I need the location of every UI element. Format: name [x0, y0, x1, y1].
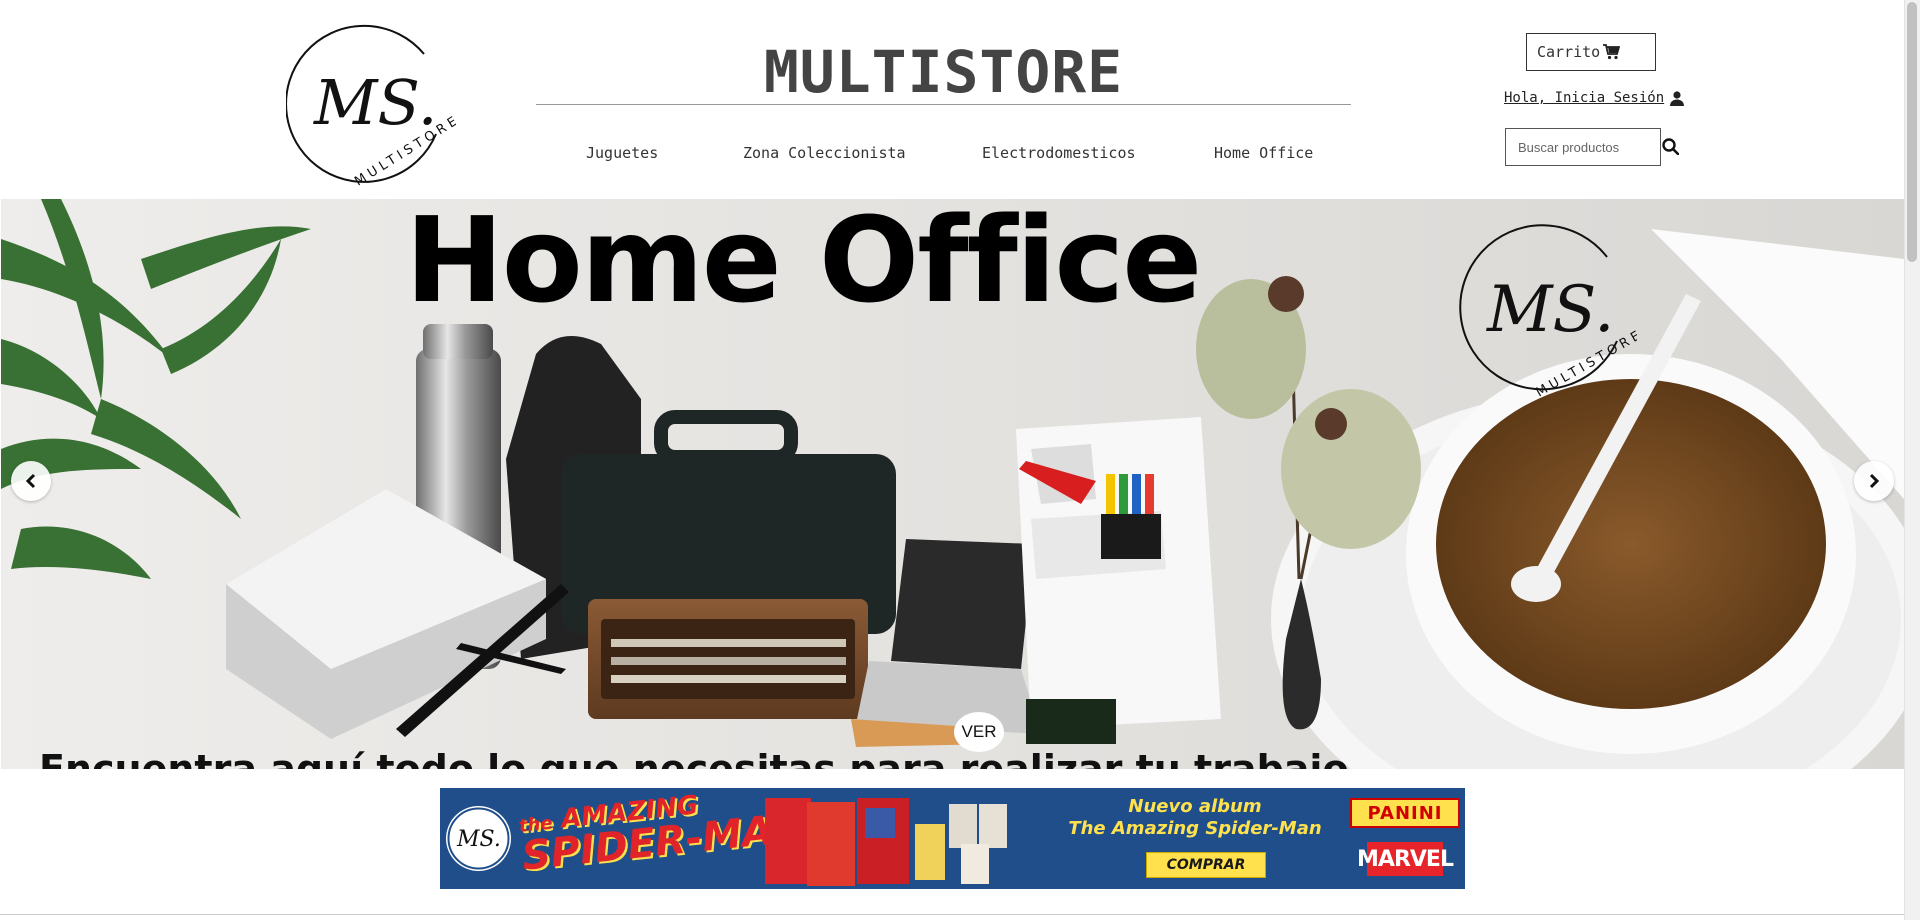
hero-logo-initials: MS.: [1486, 273, 1614, 347]
site-title: MULTISTORE: [763, 38, 1124, 106]
hero-logo: MS. MULTISTORE: [1459, 224, 1637, 400]
search-button[interactable]: [1660, 136, 1680, 156]
marvel-logo: MARVEL: [1357, 842, 1454, 876]
logo-initials: MS.: [313, 66, 437, 139]
multistore-logo[interactable]: MS. MULTISTORE: [286, 24, 456, 189]
login-link[interactable]: Hola, Inicia Sesión: [1504, 90, 1685, 106]
chevron-left-icon: [25, 473, 36, 489]
banner-copy: Nuevo album The Amazing Spider-Man: [1050, 796, 1340, 839]
nav-juguetes[interactable]: Juguetes: [586, 144, 658, 162]
banner-logo-initials: MS.: [456, 827, 501, 852]
hero-carousel: Home Office MS. MULTISTORE VER Encuentra…: [1, 199, 1904, 769]
banner-copy-line1: Nuevo album: [1128, 796, 1262, 817]
cart-label: Carrito: [1537, 43, 1601, 61]
carousel-next-button[interactable]: [1854, 461, 1894, 501]
user-icon: [1670, 90, 1685, 106]
promo-banner[interactable]: MS. the AMAZING SPIDER-MAN Nuevo album T…: [440, 788, 1465, 889]
page-scrollbar[interactable]: [1904, 0, 1920, 920]
nav-zona-coleccionista[interactable]: Zona Coleccionista: [743, 144, 906, 162]
title-divider: [536, 104, 1351, 105]
section-divider: [0, 914, 1904, 915]
chevron-right-icon: [1869, 473, 1880, 489]
search-icon: [1661, 137, 1679, 155]
panini-logo: PANINI: [1350, 798, 1460, 828]
nav-electrodomesticos[interactable]: Electrodomesticos: [982, 144, 1136, 162]
banner-logo: MS.: [446, 806, 511, 871]
hero-title: Home Office: [405, 199, 1202, 329]
hero-caption: Encuentra aquí todo lo que necesitas par…: [39, 747, 1349, 769]
search-input[interactable]: [1505, 128, 1661, 166]
nav-home-office[interactable]: Home Office: [1214, 144, 1313, 162]
main-nav: Juguetes Zona Coleccionista Electrodomes…: [536, 144, 1351, 168]
banner-comprar-button[interactable]: COMPRAR: [1146, 852, 1266, 878]
scrollbar-thumb[interactable]: [1907, 2, 1917, 262]
site-header: MS. MULTISTORE MULTISTORE Juguetes Zona …: [0, 0, 1904, 198]
banner-album-images: [765, 798, 1007, 886]
cart-icon: [1603, 44, 1621, 60]
login-label: Hola, Inicia Sesión: [1504, 90, 1665, 106]
ver-button[interactable]: VER: [954, 712, 1004, 752]
carousel-prev-button[interactable]: [11, 461, 51, 501]
cart-button[interactable]: Carrito: [1526, 33, 1656, 71]
banner-copy-line2: The Amazing Spider-Man: [1068, 817, 1322, 839]
